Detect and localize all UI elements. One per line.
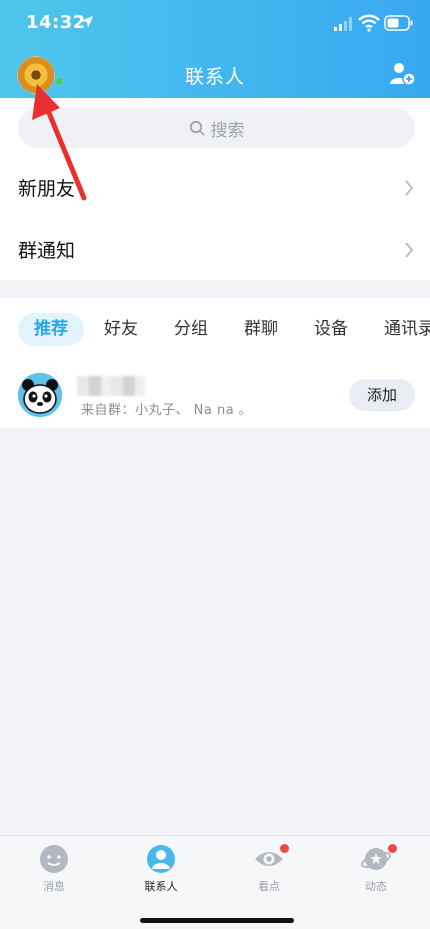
recommended-contact-row[interactable]: 来自群：小丸子、 Na na 。 添加	[0, 362, 430, 428]
panda-icon	[18, 373, 62, 417]
search-placeholder: 搜索	[210, 120, 245, 141]
tab-groups-category[interactable]: 分组	[158, 313, 224, 346]
cellular-signal-icon	[334, 17, 352, 31]
tabbar-item-contacts[interactable]: 联系人	[121, 844, 201, 894]
wifi-icon	[358, 14, 380, 32]
search-section: 搜索	[0, 98, 430, 156]
battery-icon	[384, 15, 413, 31]
top-header: 14:32 联系人	[0, 0, 430, 98]
tabbar-label: 联系人	[144, 880, 178, 893]
menu-item-label: 群通知	[18, 239, 76, 262]
tabbar-item-highlights[interactable]: 看点	[229, 844, 309, 894]
add-contact-button[interactable]: 添加	[349, 379, 415, 411]
chevron-right-icon	[405, 180, 414, 196]
tabbar-item-messages[interactable]: 消息	[14, 844, 94, 894]
tab-group-chats[interactable]: 群聊	[228, 313, 294, 346]
menu-item-label: 新朋友	[18, 177, 76, 200]
status-time: 14:32	[26, 12, 86, 33]
message-icon	[40, 845, 68, 873]
tabbar-label: 看点	[258, 880, 280, 893]
contact-name-blurred	[77, 376, 145, 396]
status-bar: 14:32	[0, 0, 430, 46]
tabbar-label: 消息	[43, 880, 65, 893]
planet-icon	[361, 848, 391, 870]
page-title: 联系人	[184, 66, 245, 88]
tab-friends[interactable]: 好友	[88, 313, 154, 346]
contact-menu-list: 新朋友 群通知	[0, 156, 430, 280]
menu-item-group-notifications[interactable]: 群通知	[0, 218, 430, 280]
home-indicator	[140, 918, 294, 923]
bottom-tab-bar: 消息 联系人 看点 动态	[0, 835, 430, 929]
contact-tabs: 推荐 好友 分组 群聊 设备 通讯录	[0, 298, 430, 362]
chevron-right-icon	[405, 242, 414, 258]
tab-address-book[interactable]: 通讯录	[368, 313, 430, 346]
tab-recommended[interactable]: 推荐	[18, 313, 84, 346]
contacts-icon	[147, 845, 175, 873]
contact-source: 来自群：小丸子、 Na na 。	[81, 403, 253, 418]
search-input[interactable]: 搜索	[18, 108, 415, 148]
tabbar-label: 动态	[365, 880, 387, 893]
add-contact-icon[interactable]	[390, 62, 416, 86]
tab-devices[interactable]: 设备	[298, 313, 364, 346]
tabbar-item-moments[interactable]: 动态	[336, 844, 416, 894]
search-icon	[189, 120, 205, 136]
notification-badge	[388, 844, 397, 853]
contact-avatar-panda[interactable]	[18, 373, 62, 417]
notification-badge	[280, 844, 289, 853]
menu-item-new-friends[interactable]: 新朋友	[0, 156, 430, 218]
location-arrow-icon	[81, 16, 93, 28]
